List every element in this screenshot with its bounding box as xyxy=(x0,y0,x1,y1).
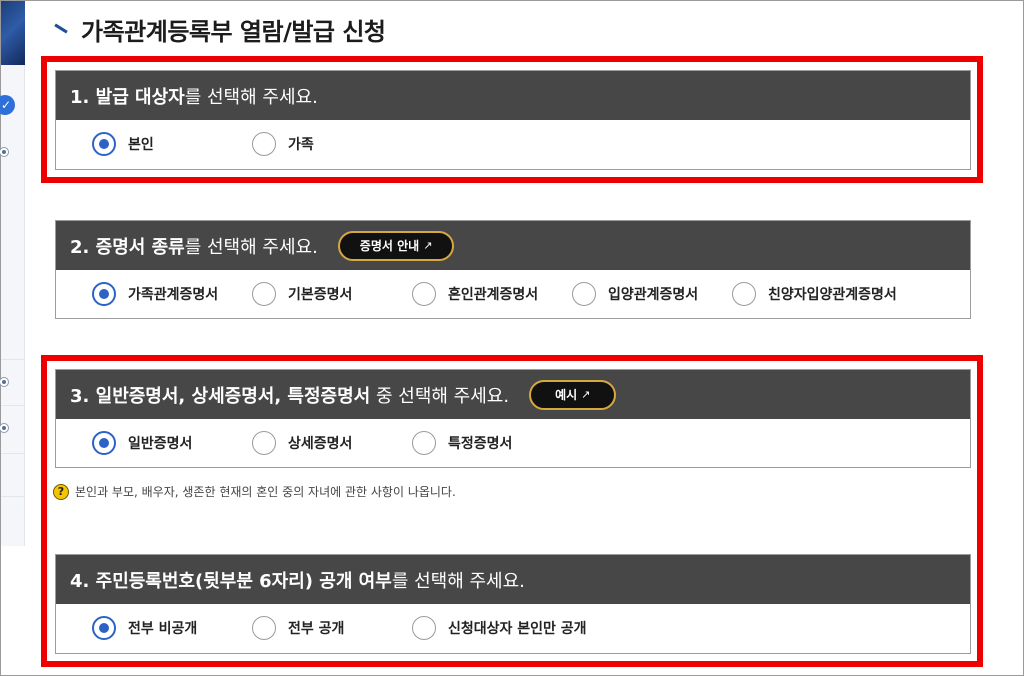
section-title: 4. 주민등록번호(뒷부분 6자리) 공개 여부를 선택해 주세요. xyxy=(70,567,525,593)
sidebar-divider xyxy=(1,405,25,406)
section-title-rest: 를 선택해 주세요. xyxy=(184,86,318,108)
title-slash-icon xyxy=(53,21,69,37)
certificate-guide-button[interactable]: 증명서 안내 ↗ xyxy=(337,230,455,261)
help-note-text: 본인과 부모, 배우자, 생존한 현재의 혼인 중의 자녀에 관한 사항이 나옵… xyxy=(75,485,456,499)
page-title: 가족관계등록부 열람/발급 신청 xyxy=(81,17,386,46)
radio-label: 친양자입양관계증명서 xyxy=(768,287,897,303)
radio-unchecked-icon[interactable] xyxy=(412,282,436,306)
sidebar-divider xyxy=(1,359,25,360)
radio-unchecked-icon[interactable] xyxy=(252,431,276,455)
radio-label: 기본증명서 xyxy=(288,287,353,303)
section-title-rest: 를 선택해 주세요. xyxy=(184,236,318,258)
radio-checked-icon[interactable] xyxy=(92,431,116,455)
radio-option-marriage-cert[interactable]: 혼인관계증명서 xyxy=(412,270,538,318)
radio-group-certificate-type: 가족관계증명서 기본증명서 혼인관계증명서 입양관계증명서 친양자입양관계증명서 xyxy=(56,270,970,318)
section-title: 1. 발급 대상자를 선택해 주세요. xyxy=(70,83,318,109)
radio-label: 전부 공개 xyxy=(288,621,345,637)
sidebar-bullet-icon[interactable] xyxy=(0,423,9,433)
section-header: 4. 주민등록번호(뒷부분 6자리) 공개 여부를 선택해 주세요. xyxy=(56,555,970,604)
radio-group-issue-target: 본인 가족 xyxy=(56,120,970,168)
radio-option-applicant-only-public[interactable]: 신청대상자 본인만 공개 xyxy=(412,604,587,652)
section-header: 1. 발급 대상자를 선택해 주세요. xyxy=(56,71,970,120)
radio-unchecked-icon[interactable] xyxy=(572,282,596,306)
sidebar-bullet-icon[interactable] xyxy=(0,377,9,387)
radio-checked-icon[interactable] xyxy=(92,616,116,640)
radio-unchecked-icon[interactable] xyxy=(732,282,756,306)
radio-option-family[interactable]: 가족 xyxy=(252,120,314,168)
radio-label: 가족 xyxy=(288,137,314,153)
radio-option-adoption-cert[interactable]: 입양관계증명서 xyxy=(572,270,698,318)
radio-group-certificate-scope: 일반증명서 상세증명서 특정증명서 xyxy=(56,419,970,467)
section-title-bold: 1. 발급 대상자 xyxy=(70,86,185,108)
help-note: ? 본인과 부모, 배우자, 생존한 현재의 혼인 중의 자녀에 관한 사항이 … xyxy=(53,483,456,500)
radio-checked-icon[interactable] xyxy=(92,132,116,156)
external-link-icon: ↗ xyxy=(581,388,591,401)
radio-option-self[interactable]: 본인 xyxy=(92,120,154,168)
radio-label: 일반증명서 xyxy=(128,436,193,452)
sidebar-remnant: ✓ xyxy=(0,1,25,546)
section-certificate-scope: 3. 일반증명서, 상세증명서, 특정증명서 중 선택해 주세요. 예시 ↗ 일반… xyxy=(55,369,971,468)
section-resident-number-disclosure: 4. 주민등록번호(뒷부분 6자리) 공개 여부를 선택해 주세요. 전부 비공… xyxy=(55,554,971,654)
section-title-bold: 4. 주민등록번호(뒷부분 6자리) 공개 여부 xyxy=(70,570,392,592)
section-issue-target: 1. 발급 대상자를 선택해 주세요. 본인 가족 xyxy=(55,70,971,170)
question-icon: ? xyxy=(53,483,69,500)
radio-label: 혼인관계증명서 xyxy=(448,287,539,303)
radio-label: 입양관계증명서 xyxy=(608,287,699,303)
radio-label: 본인 xyxy=(128,137,154,153)
radio-checked-icon[interactable] xyxy=(92,282,116,306)
radio-option-general-cert[interactable]: 일반증명서 xyxy=(92,419,192,467)
sidebar-divider xyxy=(1,453,25,454)
section-header: 2. 증명서 종류를 선택해 주세요. 증명서 안내 ↗ xyxy=(56,221,970,270)
sidebar-bullet-icon[interactable] xyxy=(0,147,9,157)
radio-option-full-adoption-cert[interactable]: 친양자입양관계증명서 xyxy=(732,270,897,318)
radio-unchecked-icon[interactable] xyxy=(412,616,436,640)
radio-group-disclosure: 전부 비공개 전부 공개 신청대상자 본인만 공개 xyxy=(56,604,970,652)
section-title-bold: 2. 증명서 종류 xyxy=(70,236,185,258)
radio-label: 신청대상자 본인만 공개 xyxy=(448,621,587,637)
example-button[interactable]: 예시 ↗ xyxy=(529,379,617,410)
sidebar-divider xyxy=(1,496,25,497)
section-title-bold: 3. 일반증명서, 상세증명서, 특정증명서 xyxy=(70,385,371,407)
radio-label: 가족관계증명서 xyxy=(128,287,219,303)
external-link-icon: ↗ xyxy=(423,239,433,252)
section-header: 3. 일반증명서, 상세증명서, 특정증명서 중 선택해 주세요. 예시 ↗ xyxy=(56,370,970,419)
sidebar-banner-image xyxy=(1,1,25,65)
radio-label: 상세증명서 xyxy=(288,436,353,452)
section-certificate-type: 2. 증명서 종류를 선택해 주세요. 증명서 안내 ↗ 가족관계증명서 기본증명… xyxy=(55,220,971,319)
radio-unchecked-icon[interactable] xyxy=(412,431,436,455)
radio-unchecked-icon[interactable] xyxy=(252,282,276,306)
radio-option-all-private[interactable]: 전부 비공개 xyxy=(92,604,197,652)
radio-label: 전부 비공개 xyxy=(128,621,198,637)
check-circle-icon: ✓ xyxy=(0,95,15,115)
radio-option-specific-cert[interactable]: 특정증명서 xyxy=(412,419,512,467)
radio-option-all-public[interactable]: 전부 공개 xyxy=(252,604,344,652)
section-title-rest: 를 선택해 주세요. xyxy=(391,570,525,592)
radio-option-family-relation-cert[interactable]: 가족관계증명서 xyxy=(92,270,218,318)
radio-label: 특정증명서 xyxy=(448,436,513,452)
section-title: 2. 증명서 종류를 선택해 주세요. xyxy=(70,233,318,259)
radio-option-detailed-cert[interactable]: 상세증명서 xyxy=(252,419,352,467)
radio-unchecked-icon[interactable] xyxy=(252,132,276,156)
page-header: 가족관계등록부 열람/발급 신청 xyxy=(53,13,386,46)
section-title: 3. 일반증명서, 상세증명서, 특정증명서 중 선택해 주세요. xyxy=(70,382,509,408)
section-title-rest: 중 선택해 주세요. xyxy=(370,385,510,407)
button-label: 예시 xyxy=(555,388,578,402)
radio-option-basic-cert[interactable]: 기본증명서 xyxy=(252,270,352,318)
radio-unchecked-icon[interactable] xyxy=(252,616,276,640)
button-label: 증명서 안내 xyxy=(359,239,420,253)
